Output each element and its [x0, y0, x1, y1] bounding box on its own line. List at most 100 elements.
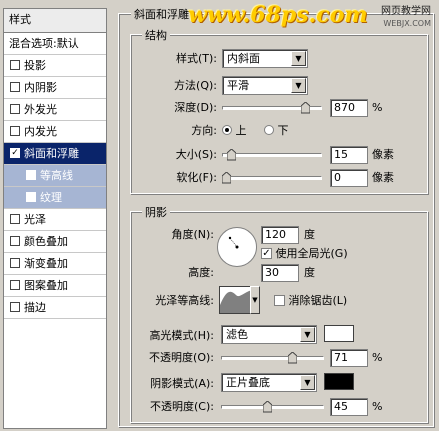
style-item-inner-glow[interactable]: 内发光 [4, 121, 106, 143]
altitude-label: 高度: [188, 266, 214, 279]
direction-down-label: 下 [277, 124, 289, 137]
style-item-texture[interactable]: 纹理 [4, 187, 106, 209]
checkbox-icon[interactable] [10, 104, 20, 114]
angle-label: 角度(N): [171, 228, 214, 241]
style-item-outer-glow[interactable]: 外发光 [4, 99, 106, 121]
style-item-inner-shadow[interactable]: 内阴影 [4, 77, 106, 99]
direction-up-label: 上 [235, 124, 247, 137]
global-light-option[interactable]: ✓ 使用全局光(G) [261, 245, 348, 263]
depth-label: 深度(D): [174, 101, 217, 114]
style-item-label: 斜面和浮雕 [24, 147, 79, 160]
style-item-stroke[interactable]: 描边 [4, 297, 106, 319]
checkbox-icon[interactable] [10, 60, 20, 70]
angle-dial[interactable] [217, 227, 257, 267]
slider-thumb-icon[interactable] [227, 149, 236, 161]
watermark-site: www.68ps.com [188, 2, 368, 28]
style-select-value: 内斜面 [227, 52, 260, 65]
checkbox-icon[interactable] [10, 126, 20, 136]
style-item-color-overlay[interactable]: 颜色叠加 [4, 231, 106, 253]
technique-select-value: 平滑 [227, 79, 249, 92]
depth-slider[interactable] [222, 101, 322, 115]
highlight-opacity-slider[interactable] [221, 351, 324, 365]
highlight-mode-select[interactable]: 滤色 ▼ [221, 325, 317, 344]
direction-up-option[interactable]: 上 [222, 122, 247, 140]
chevron-down-icon[interactable]: ▼ [300, 327, 315, 342]
antialias-option[interactable]: 消除锯齿(L) [274, 292, 347, 310]
style-list: 样式 混合选项:默认 投影 内阴影 外发光 内发光 ✓ 斜面和浮雕 等高线 纹理 … [3, 8, 107, 429]
checkbox-icon[interactable] [26, 170, 36, 180]
checkbox-checked-icon[interactable]: ✓ [10, 148, 20, 158]
altitude-input[interactable]: 30 [261, 264, 299, 282]
style-item-bevel-emboss[interactable]: ✓ 斜面和浮雕 [4, 143, 106, 165]
chevron-down-icon[interactable]: ▼ [291, 51, 306, 66]
shadow-color-swatch[interactable] [324, 373, 354, 390]
checkbox-icon[interactable] [10, 258, 20, 268]
blend-options-item[interactable]: 混合选项:默认 [4, 33, 106, 55]
shadow-opacity-slider[interactable] [221, 400, 324, 414]
checkbox-icon[interactable] [10, 82, 20, 92]
angle-input[interactable]: 120 [261, 226, 299, 244]
slider-track [222, 153, 322, 157]
highlight-mode-label: 高光模式(H): [149, 329, 214, 342]
soften-slider[interactable] [222, 171, 322, 185]
checkbox-icon[interactable] [10, 280, 20, 290]
highlight-opacity-unit: % [372, 351, 383, 364]
shadow-opacity-unit: % [372, 400, 383, 413]
depth-input[interactable]: 870 [330, 99, 368, 117]
watermark-right: 网页教学网 WEBJX.COM [381, 6, 431, 30]
radio-selected-icon[interactable] [222, 125, 232, 135]
shadow-opacity-input[interactable]: 45 [330, 398, 368, 416]
size-label: 大小(S): [175, 148, 217, 161]
chevron-down-icon[interactable]: ▼ [250, 286, 260, 314]
soften-input[interactable]: 0 [330, 169, 368, 187]
style-item-drop-shadow[interactable]: 投影 [4, 55, 106, 77]
style-item-label: 图案叠加 [24, 279, 68, 292]
chevron-down-icon[interactable]: ▼ [291, 78, 306, 93]
checkbox-icon[interactable] [10, 302, 20, 312]
style-item-satin[interactable]: 光泽 [4, 209, 106, 231]
style-item-label: 颜色叠加 [24, 235, 68, 248]
highlight-opacity-label: 不透明度(O): [149, 351, 214, 364]
checkbox-icon[interactable] [10, 214, 20, 224]
highlight-color-swatch[interactable] [324, 325, 354, 342]
size-input[interactable]: 15 [330, 146, 368, 164]
size-slider[interactable] [222, 148, 322, 162]
antialias-label: 消除锯齿(L) [288, 294, 348, 307]
soften-label: 软化(F): [176, 171, 217, 184]
checkbox-icon[interactable] [10, 236, 20, 246]
angle-unit: 度 [304, 228, 315, 241]
style-item-label: 渐变叠加 [24, 257, 68, 270]
style-item-gradient-overlay[interactable]: 渐变叠加 [4, 253, 106, 275]
gloss-contour-label: 光泽等高线: [155, 294, 214, 307]
slider-thumb-icon[interactable] [263, 401, 272, 413]
shadow-mode-select[interactable]: 正片叠底 ▼ [221, 373, 317, 392]
chevron-down-icon[interactable]: ▼ [300, 375, 315, 390]
structure-title: 结构 [142, 27, 170, 43]
style-item-label: 描边 [24, 301, 46, 314]
style-item-contour[interactable]: 等高线 [4, 165, 106, 187]
style-item-label: 内发光 [24, 125, 57, 138]
highlight-opacity-input[interactable]: 71 [330, 349, 368, 367]
style-item-pattern-overlay[interactable]: 图案叠加 [4, 275, 106, 297]
checkbox-checked-icon[interactable]: ✓ [261, 247, 272, 259]
bevel-emboss-title: 斜面和浮雕 [131, 6, 192, 22]
style-item-label: 光泽 [24, 213, 46, 226]
shadow-mode-label: 阴影模式(A): [150, 377, 214, 390]
slider-thumb-icon[interactable] [222, 172, 231, 184]
depth-unit: % [372, 101, 383, 114]
technique-select[interactable]: 平滑 ▼ [222, 76, 308, 95]
checkbox-icon[interactable] [26, 192, 36, 202]
style-select[interactable]: 内斜面 ▼ [222, 49, 308, 68]
shadow-opacity-label: 不透明度(C): [150, 400, 214, 413]
watermark-right-title: 网页教学网 [381, 6, 431, 17]
size-unit: 像素 [372, 148, 394, 161]
slider-thumb-icon[interactable] [301, 102, 310, 114]
slider-thumb-icon[interactable] [288, 352, 297, 364]
styles-header: 样式 [4, 9, 106, 33]
direction-label: 方向: [191, 124, 217, 137]
radio-icon[interactable] [264, 125, 274, 135]
shading-title: 阴影 [142, 204, 170, 220]
direction-down-option[interactable]: 下 [264, 122, 289, 140]
angle-needle-icon [228, 236, 239, 249]
checkbox-icon[interactable] [274, 294, 285, 306]
